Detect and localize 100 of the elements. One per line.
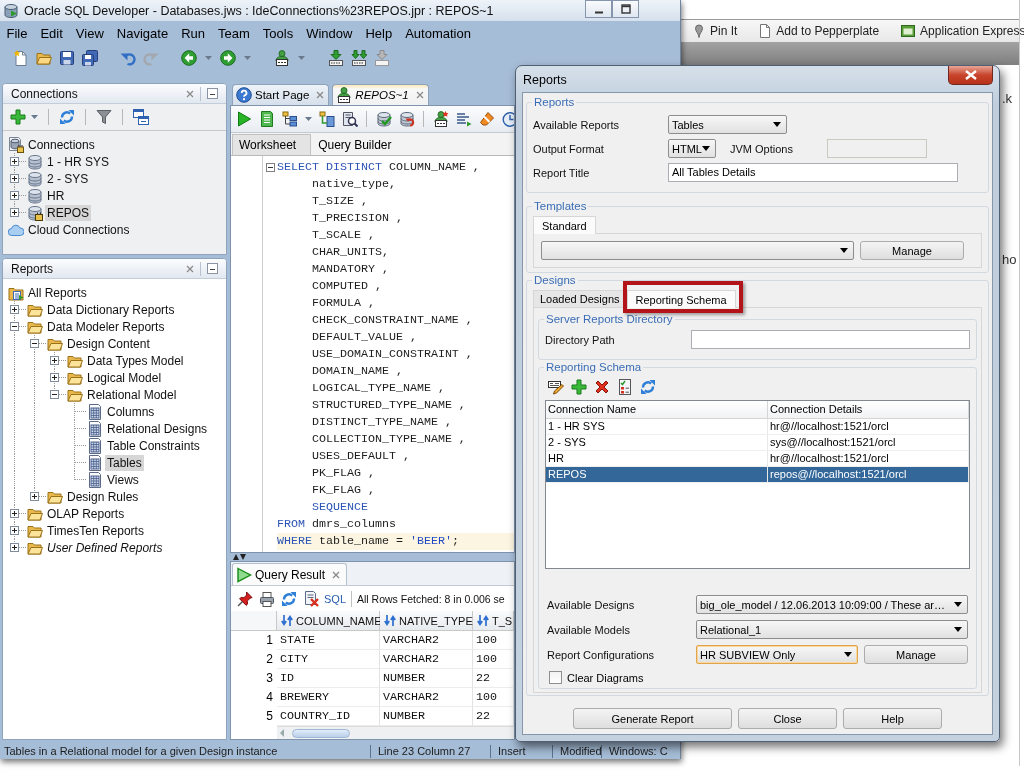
download-icon[interactable] <box>373 49 390 66</box>
fold-icon[interactable] <box>265 163 275 172</box>
tab[interactable]: Reporting Schema <box>626 290 736 308</box>
tree-item[interactable]: OLAP Reports <box>45 505 127 522</box>
tree-item[interactable]: 1 - HR SYS <box>45 153 111 170</box>
delete-icon[interactable] <box>594 379 610 395</box>
collapse-icon[interactable] <box>50 390 59 399</box>
filter-icon[interactable] <box>96 109 112 125</box>
manage-button[interactable]: Manage <box>860 241 964 260</box>
tree-item[interactable]: Relational Designs <box>105 420 210 437</box>
expand-icon[interactable] <box>50 373 59 382</box>
report-configurations-dropdown[interactable]: HR SUBVIEW Only <box>696 645 858 664</box>
horizontal-scrollbar[interactable] <box>277 726 514 739</box>
close-icon[interactable] <box>332 570 341 579</box>
expand-icon[interactable] <box>10 208 19 217</box>
rollback-icon[interactable] <box>398 111 415 127</box>
refresh-icon[interactable] <box>281 590 297 607</box>
format-icon[interactable] <box>455 111 472 127</box>
split-arrows-icon[interactable] <box>233 554 246 560</box>
eraser-icon[interactable] <box>478 111 495 127</box>
tree-item[interactable]: Logical Model <box>85 369 164 386</box>
directory-path-field[interactable] <box>691 330 970 349</box>
available-reports-dropdown[interactable]: Tables <box>668 115 787 134</box>
save-icon[interactable] <box>58 49 75 66</box>
column-header[interactable]: NATIVE_TYPE <box>380 611 473 631</box>
column-header[interactable]: Connection Name <box>546 401 768 418</box>
template-dropdown[interactable] <box>541 241 854 260</box>
expand-icon[interactable] <box>10 526 19 535</box>
magnifier-icon[interactable] <box>341 111 358 127</box>
run-icon[interactable] <box>235 111 252 127</box>
tree-item[interactable]: Data Types Model <box>85 352 186 369</box>
tab[interactable]: Query Result <box>232 563 348 585</box>
tree-item[interactable]: REPOS <box>45 204 91 221</box>
collapse-icon[interactable] <box>30 339 39 348</box>
manage-button[interactable]: Manage <box>864 645 968 664</box>
sort-icon[interactable] <box>281 614 293 627</box>
menu-item[interactable]: Automation <box>398 23 478 43</box>
menu-item[interactable]: Tools <box>256 23 300 43</box>
expand-icon[interactable] <box>10 305 19 314</box>
expand-icon[interactable] <box>10 174 19 183</box>
bookmark-link[interactable]: Add to Pepperplate <box>759 24 880 38</box>
commit-icon[interactable] <box>375 111 392 127</box>
menu-item[interactable]: Edit <box>33 23 70 43</box>
menu-item[interactable]: Window <box>299 23 359 43</box>
available-designs-dropdown[interactable]: big_ole_model / 12.06.2013 10:09:00 / These ar… <box>696 595 968 614</box>
tab[interactable]: Start Page <box>232 84 330 105</box>
tab[interactable]: Standard <box>533 216 596 234</box>
expand-icon[interactable] <box>10 157 19 166</box>
tree-item[interactable]: All Reports <box>26 284 89 301</box>
expand-icon[interactable] <box>10 191 19 200</box>
expand-icon[interactable] <box>10 543 19 552</box>
refresh-icon[interactable] <box>640 379 656 395</box>
clock-icon[interactable] <box>501 111 514 127</box>
available-models-dropdown[interactable]: Relational_1 <box>696 620 968 639</box>
save-all-icon[interactable] <box>81 49 98 66</box>
menu-item[interactable]: Run <box>174 23 212 43</box>
minimize-icon[interactable] <box>207 263 218 274</box>
checkbox[interactable] <box>549 671 562 684</box>
menu-item[interactable]: Help <box>358 23 399 43</box>
caret-icon[interactable] <box>31 115 38 119</box>
tree-icon[interactable] <box>281 111 298 127</box>
tab[interactable]: Worksheet <box>232 134 312 155</box>
checklist-icon[interactable] <box>617 379 633 395</box>
menu-item[interactable]: View <box>69 23 111 43</box>
forward-icon[interactable] <box>219 49 236 66</box>
close-icon[interactable] <box>415 91 424 99</box>
tree-item[interactable]: Views <box>105 471 141 488</box>
user-tag-icon[interactable] <box>432 111 449 127</box>
tree-item[interactable]: Cloud Connections <box>26 221 132 238</box>
menu-item[interactable]: Navigate <box>110 23 175 43</box>
close-button[interactable] <box>948 66 993 85</box>
add-icon[interactable] <box>571 379 587 395</box>
output-format-dropdown[interactable]: HTML <box>668 139 716 158</box>
dialog-close-button[interactable]: Close <box>738 708 837 729</box>
tree-item[interactable]: Columns <box>105 403 157 420</box>
printer-icon[interactable] <box>259 590 275 607</box>
bookmark-link[interactable]: Pin It <box>693 24 738 38</box>
close-icon[interactable] <box>316 91 325 99</box>
download-icon[interactable] <box>350 49 367 66</box>
expand-icon[interactable] <box>50 356 59 365</box>
script-icon[interactable] <box>258 111 275 127</box>
windows-icon[interactable] <box>133 109 149 125</box>
tree-item[interactable]: Data Modeler Reports <box>45 318 167 335</box>
help-button[interactable]: Help <box>843 708 942 729</box>
tab[interactable]: REPOS~1 <box>332 84 429 105</box>
menu-item[interactable]: File <box>0 23 34 43</box>
close-icon[interactable] <box>186 89 194 98</box>
delete-icon[interactable] <box>303 590 319 607</box>
tree-item[interactable]: Data Dictionary Reports <box>45 301 177 318</box>
expand-icon[interactable] <box>30 492 39 501</box>
tree-item[interactable]: User Defined Reports <box>45 539 165 556</box>
tree-item[interactable]: Relational Model <box>85 386 179 403</box>
column-header[interactable]: COLUMN_NAME <box>277 611 380 631</box>
trace-icon[interactable] <box>318 111 335 127</box>
minimize-icon[interactable] <box>207 88 218 99</box>
table-row[interactable]: REPOS repos@//localhost:1521/orcl <box>546 467 969 483</box>
tree-item[interactable]: Tables <box>105 454 144 471</box>
tree-item[interactable]: TimesTen Reports <box>45 522 146 539</box>
column-header[interactable]: Connection Details <box>768 401 969 418</box>
report-title-field[interactable]: All Tables Details <box>668 163 958 182</box>
